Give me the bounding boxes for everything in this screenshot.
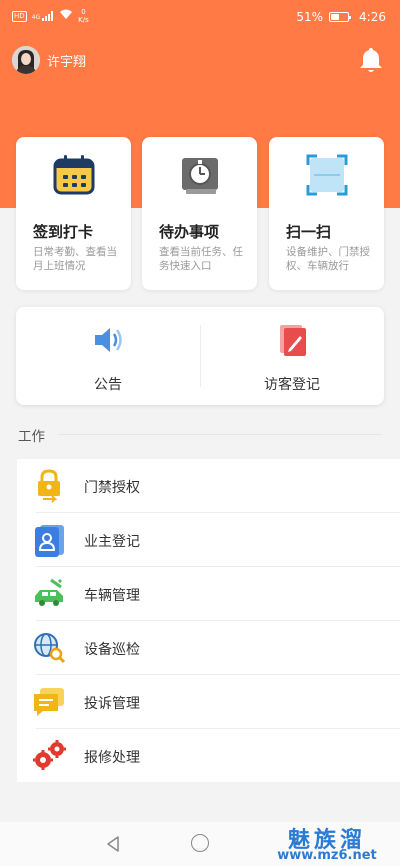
battery-percent: 51% [296, 10, 324, 24]
list-item-owner-register[interactable]: 业主登记 [17, 513, 400, 567]
top-cards: 签到打卡 日常考勤、查看当月上班情况 待办事项 查看当前任务、任务快速入口 扫一… [16, 137, 384, 290]
list-item-label: 设备巡检 [84, 642, 140, 658]
status-bar: HD 4G 0 K/s 51% 4:26 [0, 0, 400, 34]
card-todo[interactable]: 待办事项 查看当前任务、任务快速入口 [142, 137, 257, 290]
network-speed: 0 K/s [78, 8, 89, 24]
card-desc: 日常考勤、查看当月上班情况 [33, 246, 117, 272]
wifi-icon [59, 9, 73, 23]
card-check-in[interactable]: 签到打卡 日常考勤、查看当月上班情况 [16, 137, 131, 290]
list-item-equipment-inspection[interactable]: 设备巡检 [17, 621, 400, 675]
card-title: 签到打卡 [33, 223, 94, 241]
bell-icon[interactable] [358, 46, 384, 74]
chat-icon [31, 684, 67, 720]
quick-actions: 公告 访客登记 [16, 307, 384, 405]
calendar-icon [52, 153, 96, 197]
watermark-url: www.mz6.net [277, 848, 377, 863]
card-title: 扫一扫 [286, 223, 332, 241]
battery-icon [329, 12, 352, 22]
owner-card-icon [31, 522, 67, 558]
back-icon[interactable] [105, 835, 121, 857]
gears-icon [31, 738, 67, 774]
list-item-access-auth[interactable]: 门禁授权 [17, 459, 400, 513]
stopwatch-book-icon [178, 153, 222, 197]
signal-icon: 4G [32, 11, 54, 21]
lock-icon [31, 468, 67, 504]
announcement-button[interactable]: 公告 [16, 307, 200, 405]
visitor-register-label: 访客登记 [264, 377, 320, 393]
globe-search-icon [31, 630, 67, 666]
speaker-icon [92, 323, 126, 357]
card-desc: 查看当前任务、任务快速入口 [159, 246, 243, 272]
hd-badge: HD [12, 10, 27, 22]
list-item-repair[interactable]: 报修处理 [17, 729, 400, 783]
visitor-register-button[interactable]: 访客登记 [200, 307, 384, 405]
card-title: 待办事项 [159, 223, 220, 241]
home-icon[interactable] [191, 834, 209, 852]
work-list: 门禁授权 业主登记 车辆管理 设备巡检 投诉管理 报修处理 [17, 459, 400, 782]
list-item-label: 投诉管理 [84, 696, 140, 712]
user-profile[interactable]: 许宇翔 [12, 46, 86, 74]
user-name[interactable]: 许宇翔 [47, 51, 86, 70]
list-item-vehicle-manage[interactable]: 车辆管理 [17, 567, 400, 621]
section-title-work: 工作 [18, 429, 45, 445]
list-item-label: 业主登记 [84, 534, 140, 550]
card-scan[interactable]: 扫一扫 设备维护、门禁授权、车辆放行 [269, 137, 384, 290]
card-desc: 设备维护、门禁授权、车辆放行 [286, 246, 370, 272]
section-divider [58, 434, 382, 435]
list-item-complaints[interactable]: 投诉管理 [17, 675, 400, 729]
announcement-label: 公告 [94, 377, 122, 393]
car-wrench-icon [31, 576, 67, 612]
visitor-form-icon [276, 323, 310, 357]
list-item-label: 门禁授权 [84, 480, 140, 496]
list-item-label: 车辆管理 [84, 588, 140, 604]
scan-icon [305, 153, 349, 197]
avatar[interactable] [12, 46, 40, 74]
watermark: 魅族溜 www.mz6.net [262, 820, 392, 866]
list-item-label: 报修处理 [84, 750, 140, 766]
clock: 4:26 [359, 10, 386, 24]
